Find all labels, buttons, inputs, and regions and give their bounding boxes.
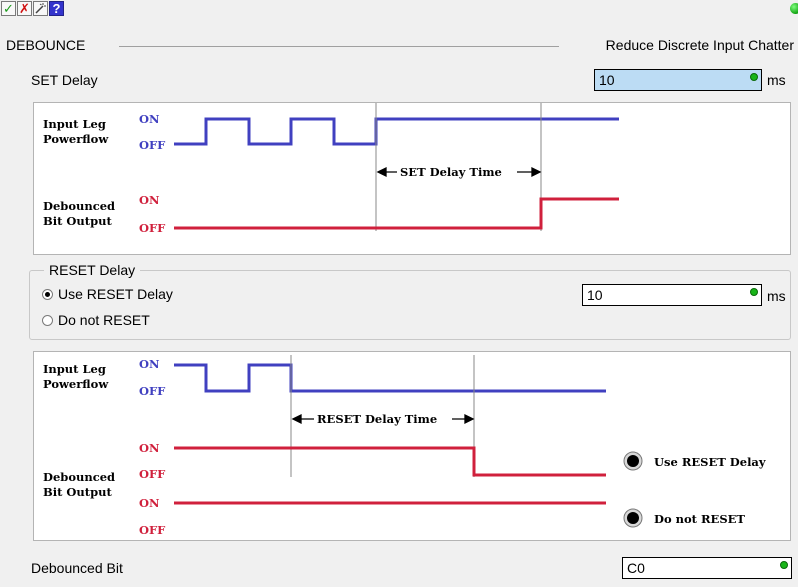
- svg-text:Debounced: Debounced: [43, 470, 115, 484]
- set-output-off-label: OFF: [139, 221, 166, 235]
- reset-delay-group-label: RESET Delay: [44, 262, 141, 278]
- reset-output-on-label-2: ON: [139, 496, 160, 510]
- accept-button[interactable]: ✓: [1, 1, 16, 16]
- legend-use-reset-label: Use RESET Delay: [654, 455, 766, 469]
- set-delay-value: 10: [599, 72, 615, 88]
- set-delay-unit: ms: [767, 72, 786, 88]
- input-led-icon: [750, 73, 758, 81]
- reset-input-off-label: OFF: [139, 384, 166, 398]
- legend-no-reset-label: Do not RESET: [654, 512, 745, 526]
- input-led-icon: [750, 288, 758, 296]
- set-input-trace: [174, 117, 619, 146]
- do-not-reset-option[interactable]: Do not RESET: [42, 312, 242, 332]
- debounced-bit-input[interactable]: C0: [622, 557, 792, 579]
- set-input-on-label: ON: [139, 112, 160, 126]
- set-output-label: Debounced Bit Output: [43, 199, 115, 228]
- use-reset-delay-label: Use RESET Delay: [58, 286, 173, 302]
- help-button[interactable]: ?: [49, 1, 64, 16]
- tool-button[interactable]: [33, 1, 48, 16]
- set-delay-label: SET Delay: [31, 72, 98, 88]
- status-led-icon: [790, 3, 798, 14]
- reset-output-off-label-2: OFF: [139, 523, 166, 537]
- legend-no-reset-bullet-icon: [623, 508, 643, 528]
- svg-text:Input Leg: Input Leg: [43, 362, 106, 376]
- cancel-button[interactable]: ✗: [17, 1, 32, 16]
- reset-delay-diagram: Input Leg Powerflow ON OFF RESET Delay T…: [33, 351, 791, 541]
- input-led-icon: [780, 561, 788, 569]
- legend-use-reset-bullet-icon: [623, 451, 643, 471]
- x-icon: ✗: [19, 1, 30, 16]
- set-input-off-label: OFF: [139, 138, 166, 152]
- reset-output-on-label-1: ON: [139, 441, 160, 455]
- reset-delay-unit: ms: [767, 288, 786, 304]
- section-description: Reduce Discrete Input Chatter: [605, 37, 794, 53]
- set-output-on-label: ON: [139, 193, 160, 207]
- svg-text:Powerflow: Powerflow: [43, 377, 109, 391]
- header-divider: [119, 46, 559, 47]
- svg-text:Bit Output: Bit Output: [43, 214, 112, 228]
- set-delay-diagram: Input Leg Powerflow ON OFF SET Delay Tim…: [33, 102, 791, 255]
- do-not-reset-radio[interactable]: [42, 315, 53, 326]
- debounced-bit-label: Debounced Bit: [31, 560, 123, 576]
- reset-input-label: Input Leg Powerflow: [43, 362, 109, 391]
- svg-text:Bit Output: Bit Output: [43, 485, 112, 499]
- reset-output-label: Debounced Bit Output: [43, 470, 115, 499]
- use-reset-delay-radio[interactable]: [42, 289, 53, 300]
- set-output-trace: [174, 197, 619, 230]
- svg-text:Debounced: Debounced: [43, 199, 115, 213]
- set-input-label: Input Leg Powerflow: [43, 117, 109, 146]
- set-delay-time-label: SET Delay Time: [400, 165, 502, 179]
- question-icon: ?: [52, 1, 61, 16]
- section-title: DEBOUNCE: [6, 37, 86, 53]
- reset-output-trace-use: [174, 446, 606, 477]
- wand-icon: [35, 3, 46, 14]
- do-not-reset-label: Do not RESET: [58, 312, 150, 328]
- reset-input-on-label: ON: [139, 357, 160, 371]
- reset-delay-time-label: RESET Delay Time: [317, 412, 437, 426]
- svg-text:Input Leg: Input Leg: [43, 117, 106, 131]
- reset-delay-value: 10: [587, 287, 603, 303]
- check-icon: ✓: [3, 1, 14, 16]
- reset-input-trace: [174, 363, 606, 393]
- debounced-bit-value: C0: [627, 560, 645, 576]
- reset-delay-input[interactable]: 10: [582, 284, 762, 306]
- use-reset-delay-option[interactable]: Use RESET Delay: [42, 286, 242, 306]
- set-delay-input[interactable]: 10: [594, 69, 762, 91]
- reset-output-off-label-1: OFF: [139, 467, 166, 481]
- svg-text:Powerflow: Powerflow: [43, 132, 109, 146]
